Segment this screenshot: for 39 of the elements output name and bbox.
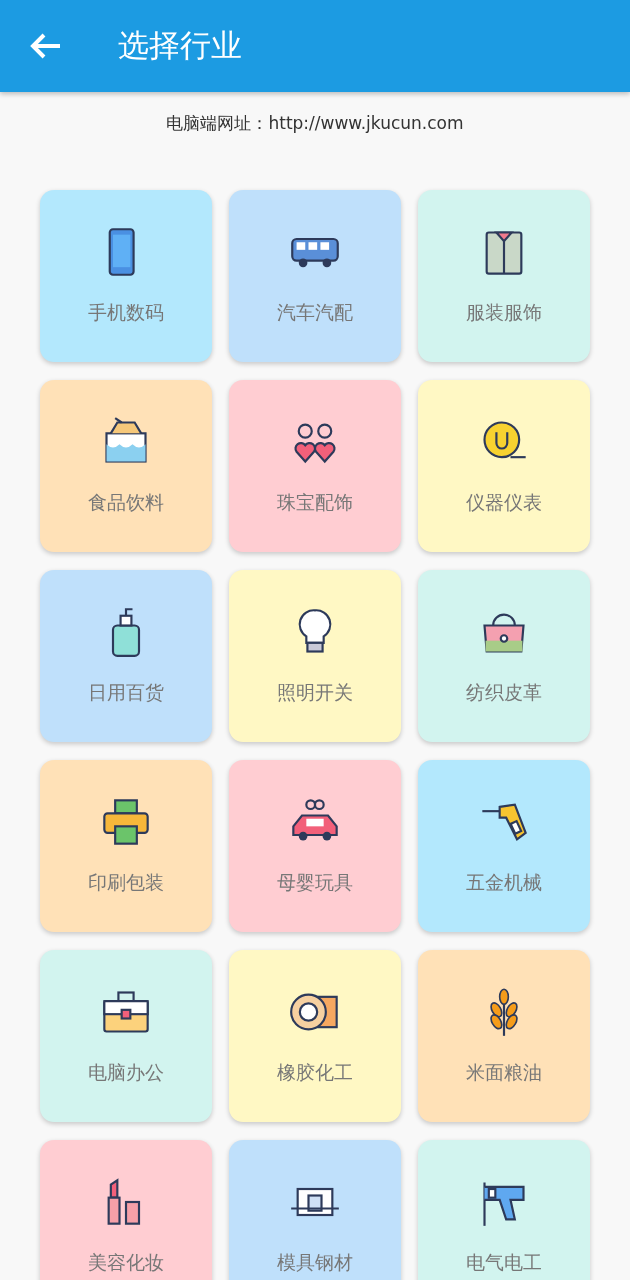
industry-label: 电脑办公: [88, 1060, 164, 1085]
industry-tile[interactable]: 食品饮料: [40, 380, 212, 552]
industry-label: 印刷包装: [88, 870, 164, 895]
industry-tile[interactable]: 服装服饰: [418, 190, 590, 362]
industry-tile[interactable]: 日用百货: [40, 570, 212, 742]
industry-label: 汽车汽配: [277, 300, 353, 325]
industry-tile[interactable]: 五金机械: [418, 760, 590, 932]
industry-label: 珠宝配饰: [277, 490, 353, 515]
industry-label: 橡胶化工: [277, 1060, 353, 1085]
industry-tile[interactable]: 珠宝配饰: [229, 380, 401, 552]
industry-tile[interactable]: 米面粮油: [418, 950, 590, 1122]
industry-label: 米面粮油: [466, 1060, 542, 1085]
industry-tile[interactable]: 美容化妆: [40, 1140, 212, 1280]
industry-tile[interactable]: 橡胶化工: [229, 950, 401, 1122]
industry-label: 纺织皮革: [466, 680, 542, 705]
industry-tile[interactable]: 照明开关: [229, 570, 401, 742]
industry-tile[interactable]: 电脑办公: [40, 950, 212, 1122]
industry-tile[interactable]: 纺织皮革: [418, 570, 590, 742]
page-title: 选择行业: [118, 26, 242, 65]
industry-label: 美容化妆: [88, 1250, 164, 1275]
industry-label: 仪器仪表: [466, 490, 542, 515]
industry-label: 电气电工: [466, 1250, 542, 1275]
industry-label: 五金机械: [466, 870, 542, 895]
industry-label: 服装服饰: [466, 300, 542, 325]
industry-tile[interactable]: 仪器仪表: [418, 380, 590, 552]
industry-tile[interactable]: 电气电工: [418, 1140, 590, 1280]
industry-tile[interactable]: 母婴玩具: [229, 760, 401, 932]
industry-label: 照明开关: [277, 680, 353, 705]
industry-label: 食品饮料: [88, 490, 164, 515]
industry-label: 手机数码: [88, 300, 164, 325]
industry-tile[interactable]: 印刷包装: [40, 760, 212, 932]
printer-icon: [100, 796, 152, 848]
industry-tile[interactable]: 手机数码: [40, 190, 212, 362]
industry-tile[interactable]: 模具钢材: [229, 1140, 401, 1280]
website-note: 电脑端网址：http://www.jkucun.com: [165, 112, 465, 135]
industry-label: 模具钢材: [277, 1250, 353, 1275]
industry-label: 母婴玩具: [277, 870, 353, 895]
industry-label: 日用百货: [88, 680, 164, 705]
industry-tile[interactable]: 汽车汽配: [229, 190, 401, 362]
